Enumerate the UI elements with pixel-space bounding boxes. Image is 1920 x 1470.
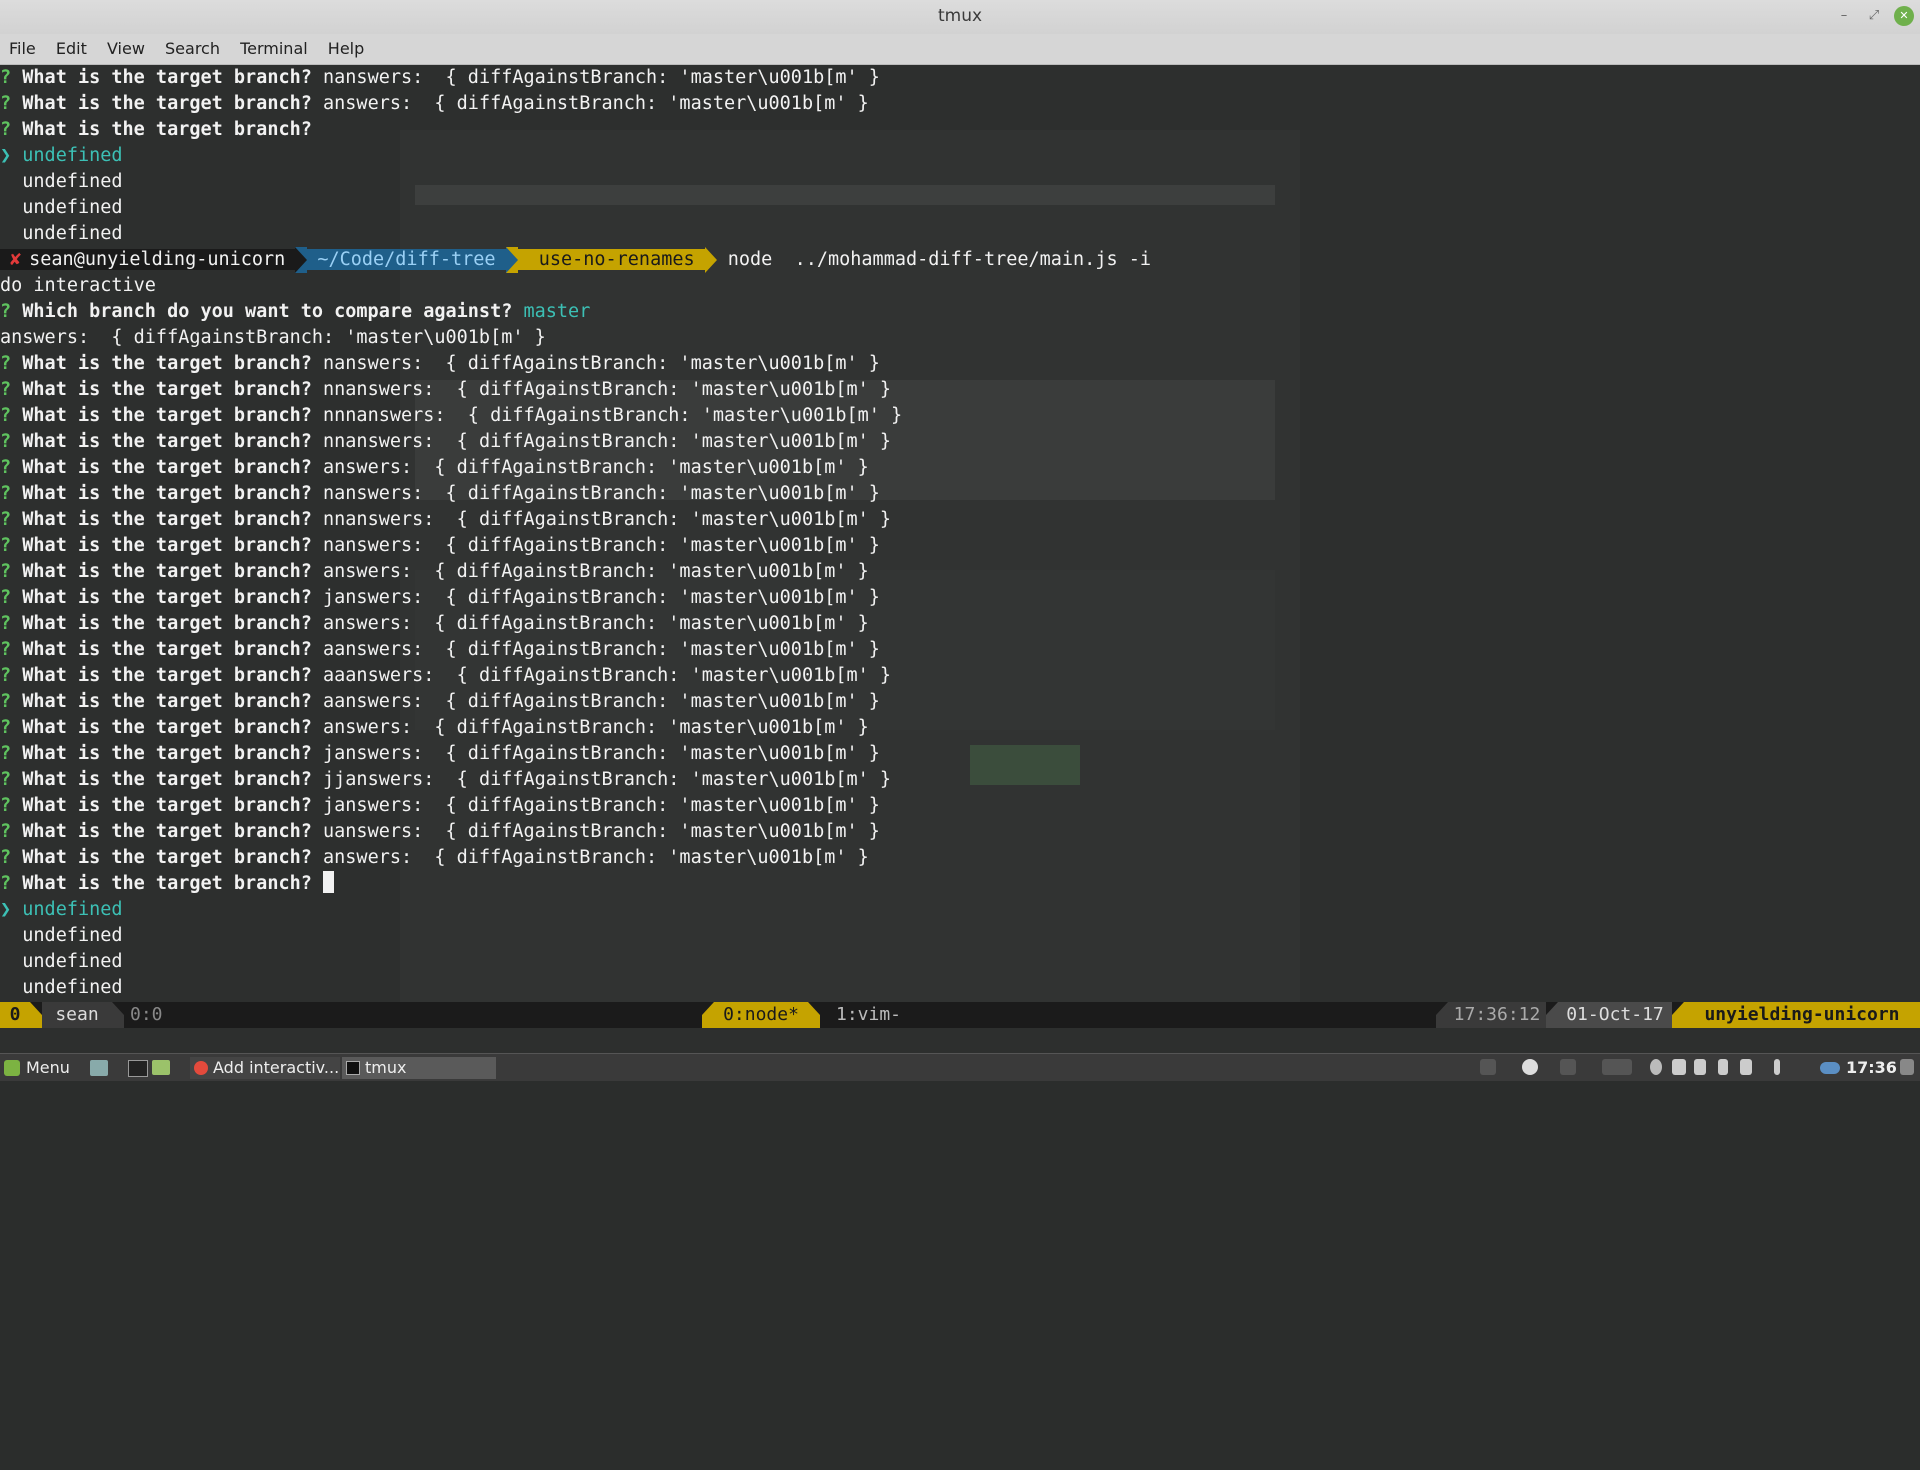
task-browser[interactable]: Add interactiv...	[190, 1057, 340, 1079]
output-line: ? What is the target branch? answers: { …	[0, 613, 869, 634]
battery-icon[interactable]	[1718, 1059, 1728, 1075]
memory-monitor-icon[interactable]	[1522, 1059, 1538, 1075]
prompt-command: node ../mohammad-diff-tree/main.js -i	[727, 249, 1152, 270]
window-titlebar: tmux – ⤢ ✕	[0, 0, 1920, 34]
network-monitor-icon[interactable]	[1560, 1059, 1576, 1075]
menu-file[interactable]: File	[9, 39, 36, 58]
chrome-icon	[194, 1061, 208, 1075]
text-cursor	[323, 871, 335, 893]
prompt-branch: use-no-renames	[517, 249, 705, 270]
terminal-bottom-gap	[0, 1028, 1920, 1053]
files-launcher-icon[interactable]	[152, 1060, 170, 1075]
show-desktop-icon[interactable]	[90, 1060, 108, 1076]
clock[interactable]: 17:36	[1846, 1057, 1897, 1079]
weather-icon	[1820, 1062, 1840, 1074]
input-line[interactable]: ? What is the target branch?	[0, 871, 335, 897]
tmux-time: 17:36:12	[1448, 1002, 1546, 1028]
start-menu-button[interactable]: Menu	[4, 1057, 70, 1079]
output-line: ? What is the target branch? janswers: {…	[0, 743, 880, 764]
volume-icon[interactable]	[1694, 1059, 1706, 1075]
output-line: ? What is the target branch? answers: { …	[0, 93, 869, 114]
output-line: ? What is the target branch? aanswers: {…	[0, 639, 880, 660]
output-line: ? What is the target branch? jjanswers: …	[0, 769, 892, 790]
output-line: ? What is the target branch? janswers: {…	[0, 795, 880, 816]
output-line: ? What is the target branch? aaanswers: …	[0, 665, 892, 686]
disk-monitor-icon[interactable]	[1602, 1059, 1632, 1075]
mint-logo-icon	[4, 1060, 20, 1076]
tmux-user: sean	[42, 1002, 112, 1028]
terminal-launcher-icon[interactable]	[128, 1060, 148, 1077]
output-line: ❯ undefined	[0, 899, 123, 920]
shell-prompt: ✘ sean@unyielding-unicorn ~/Code/diff-tree…	[0, 247, 1151, 273]
user-icon[interactable]	[1650, 1059, 1662, 1075]
output-line: ? What is the target branch? nnnanswers:…	[0, 405, 903, 426]
output-line: undefined	[22, 197, 123, 218]
bluetooth-icon[interactable]	[1774, 1059, 1780, 1075]
output-line: ? What is the target branch? nanswers: {…	[0, 483, 880, 504]
output-line: ? What is the target branch? answers: { …	[0, 457, 869, 478]
output-line: ? What is the target branch? nanswers: {…	[0, 535, 880, 556]
shield-icon[interactable]	[1740, 1059, 1752, 1075]
output-line: ? What is the target branch? janswers: {…	[0, 587, 880, 608]
output-line: ? Which branch do you want to compare ag…	[0, 301, 591, 322]
tmux-pane: 0:0	[130, 1004, 163, 1025]
close-icon[interactable]: ✕	[1894, 6, 1914, 26]
output-line: undefined	[22, 223, 123, 244]
output-line: ? What is the target branch? answers: { …	[0, 717, 869, 738]
wifi-icon[interactable]	[1672, 1059, 1686, 1075]
tmux-host: unyielding-unicorn	[1684, 1002, 1920, 1028]
cpu-monitor-icon[interactable]	[1480, 1059, 1496, 1075]
task-tmux[interactable]: tmux	[342, 1057, 496, 1079]
taskbar: Menu Add interactiv... tmux 17:36	[0, 1053, 1920, 1081]
output-line: undefined	[22, 171, 123, 192]
output-line: ? What is the target branch? answers: { …	[0, 561, 869, 582]
terminal-icon	[346, 1061, 360, 1075]
notifications-icon[interactable]	[1900, 1059, 1914, 1075]
output-line: ? What is the target branch? uanswers: {…	[0, 821, 880, 842]
tmux-window-active[interactable]: 0:node*	[714, 1002, 808, 1028]
tmux-status-bar: 0 sean 0:0 0:node* 1:vim- 17:36:12 01-Oc…	[0, 1002, 1920, 1054]
minimize-icon[interactable]: –	[1834, 6, 1854, 26]
output-line: ? What is the target branch?	[0, 119, 324, 140]
menu-help[interactable]: Help	[328, 39, 364, 58]
output-line: undefined	[22, 951, 123, 972]
output-line: ? What is the target branch? answers: { …	[0, 847, 869, 868]
menu-bar: File Edit View Search Terminal Help	[0, 34, 1920, 65]
tmux-window-other[interactable]: 1:vim-	[836, 1002, 916, 1028]
window-title: tmux	[937, 6, 983, 26]
menu-terminal[interactable]: Terminal	[240, 39, 308, 58]
menu-view[interactable]: View	[107, 39, 145, 58]
tmux-date: 01-Oct-17	[1558, 1002, 1672, 1028]
output-line: ? What is the target branch? nanswers: {…	[0, 353, 880, 374]
output-line: ? What is the target branch? nnanswers: …	[0, 431, 892, 452]
output-line: undefined	[22, 977, 123, 998]
terminal-pane[interactable]: ? What is the target branch? nanswers: {…	[0, 65, 1920, 1005]
menu-edit[interactable]: Edit	[56, 39, 87, 58]
prompt-user: sean@unyielding-unicorn	[25, 249, 296, 270]
output-line: ? What is the target branch? nnanswers: …	[0, 379, 892, 400]
output-line: ? What is the target branch? nanswers: {…	[0, 67, 880, 88]
error-icon: ✘	[0, 249, 26, 270]
menu-search[interactable]: Search	[165, 39, 220, 58]
output-line: ❯ undefined	[0, 145, 123, 166]
output-line: ? What is the target branch? aanswers: {…	[0, 691, 880, 712]
output-line: do interactive	[0, 275, 156, 296]
output-line: answers: { diffAgainstBranch: 'master\u0…	[0, 327, 546, 348]
tmux-session: 0	[0, 1002, 30, 1028]
output-line: undefined	[22, 925, 123, 946]
maximize-icon[interactable]: ⤢	[1864, 6, 1884, 26]
output-line: ? What is the target branch? nnanswers: …	[0, 509, 892, 530]
prompt-path: ~/Code/diff-tree	[307, 249, 506, 270]
